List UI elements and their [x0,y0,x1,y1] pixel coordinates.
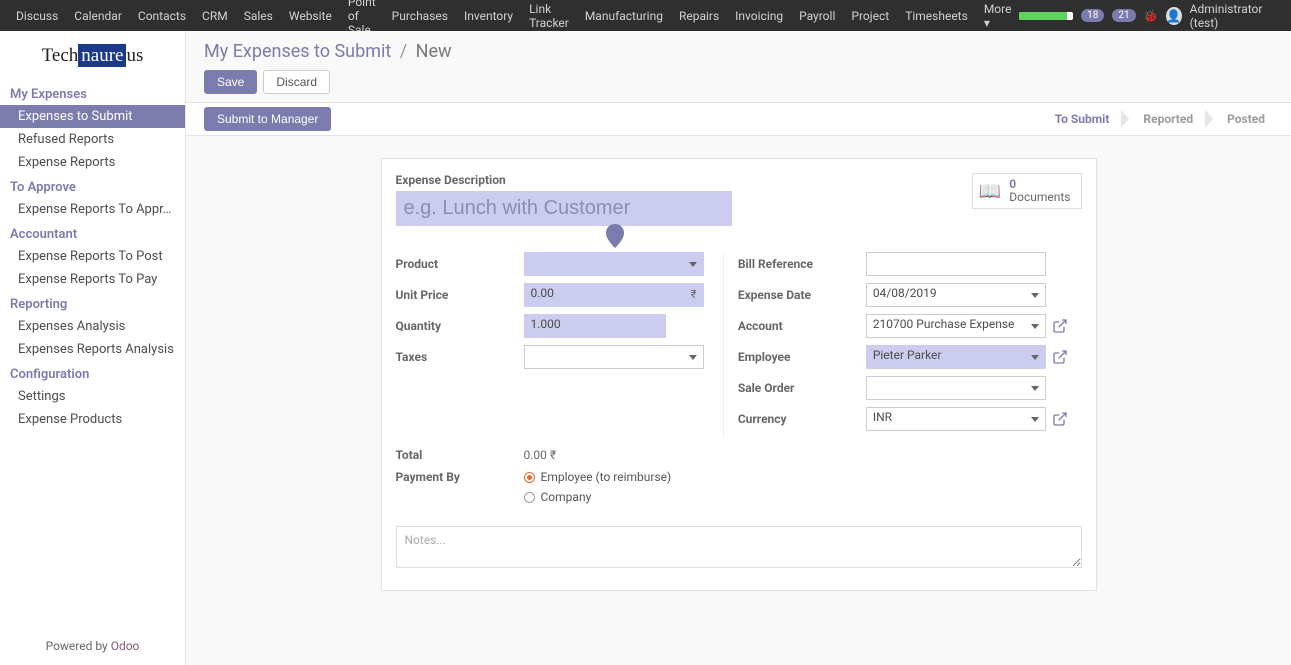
documents-button[interactable]: 📖 0 Documents [972,173,1082,209]
sidebar-item-reports-to-pay[interactable]: Expense Reports To Pay [10,268,175,291]
account-select[interactable]: 210700 Purchase Expense [866,314,1046,338]
payment-company-radio[interactable]: Company [524,490,672,504]
sidebar-head-accountant[interactable]: Accountant [10,221,175,245]
pointer-icon [606,224,624,248]
menu-inventory[interactable]: Inventory [456,0,521,31]
quantity-input[interactable]: 1.000 [524,314,666,338]
menu-invoicing[interactable]: Invoicing [727,0,791,31]
save-button[interactable]: Save [204,70,257,94]
sidebar-item-expenses-to-submit[interactable]: Expenses to Submit [0,105,185,128]
menu-purchases[interactable]: Purchases [384,0,456,31]
status-reported[interactable]: Reported [1123,107,1207,131]
product-label: Product [396,257,524,271]
menu-pos[interactable]: Point of Sale [340,0,384,31]
sidebar-item-reports-to-approve[interactable]: Expense Reports To Appr… [10,198,175,221]
payment-employee-radio[interactable]: Employee (to reimburse) [524,470,672,484]
menu-calendar[interactable]: Calendar [66,0,130,31]
menu-repairs[interactable]: Repairs [671,0,727,31]
employee-external-link-icon[interactable] [1052,349,1068,365]
taxes-label: Taxes [396,350,524,364]
menu-linktracker[interactable]: Link Tracker [521,0,577,31]
menu-sales[interactable]: Sales [236,0,281,31]
breadcrumb-root[interactable]: My Expenses to Submit [204,41,391,62]
chat-badge[interactable]: 21 [1112,9,1135,22]
account-label: Account [738,319,866,333]
logo: Technaureus [0,31,185,81]
submit-to-manager-button[interactable]: Submit to Manager [204,107,331,131]
logo-suffix: us [126,45,143,66]
employee-select[interactable]: Pieter Parker [866,345,1046,369]
breadcrumb: My Expenses to Submit / New [204,41,1273,62]
sidebar-item-expense-products[interactable]: Expense Products [10,408,175,431]
top-navbar: Discuss Calendar Contacts CRM Sales Webs… [0,0,1291,31]
currency-select[interactable]: INR [866,407,1046,431]
menu-contacts[interactable]: Contacts [130,0,194,31]
sidebar-item-reports-to-post[interactable]: Expense Reports To Post [10,245,175,268]
sidebar-head-configuration[interactable]: Configuration [10,361,175,385]
menu-manufacturing[interactable]: Manufacturing [577,0,671,31]
unit-price-input[interactable]: 0.00 [524,283,704,307]
sidebar-item-settings[interactable]: Settings [10,385,175,408]
employee-label: Employee [738,350,866,364]
breadcrumb-current: New [416,41,452,62]
currency-external-link-icon[interactable] [1052,411,1068,427]
account-external-link-icon[interactable] [1052,318,1068,334]
sidebar-head-reporting[interactable]: Reporting [10,291,175,315]
menu-more[interactable]: More ▾ [976,0,1020,31]
sidebar-head-toapprove[interactable]: To Approve [10,174,175,198]
status-posted[interactable]: Posted [1207,107,1279,131]
taxes-select[interactable] [524,345,704,369]
avatar[interactable]: 👤 [1166,7,1182,25]
currency-label: Currency [738,412,866,426]
expense-date-input[interactable]: 04/08/2019 [866,283,1046,307]
menu-payroll[interactable]: Payroll [791,0,843,31]
sale-order-label: Sale Order [738,381,866,395]
menu-website[interactable]: Website [281,0,340,31]
radio-off-icon [524,492,535,503]
discard-button[interactable]: Discard [263,70,330,94]
documents-label: Documents [1009,190,1070,204]
expense-date-label: Expense Date [738,288,866,302]
status-bar: To Submit Reported Posted [1035,107,1291,131]
sidebar-item-expense-reports[interactable]: Expense Reports [10,151,175,174]
debug-icon[interactable]: 🐞 [1144,9,1158,23]
progress-indicator [1019,12,1073,20]
sidebar-head-myexpenses[interactable]: My Expenses [10,81,175,105]
menu-crm[interactable]: CRM [194,0,236,31]
menu-project[interactable]: Project [843,0,897,31]
menu-discuss[interactable]: Discuss [8,0,66,31]
sidebar-item-expense-reports-analysis[interactable]: Expenses Reports Analysis [10,338,175,361]
radio-on-icon [524,472,535,483]
messages-badge[interactable]: 18 [1081,9,1104,22]
breadcrumb-sep: / [396,41,411,62]
powered-by-link[interactable]: Odoo [111,639,140,653]
documents-count: 0 [1009,178,1070,190]
payment-by-label: Payment By [396,470,524,504]
expense-description-input[interactable] [396,191,732,226]
user-label[interactable]: Administrator (test) [1190,2,1283,30]
menu-bar: Discuss Calendar Contacts CRM Sales Webs… [8,0,1019,31]
sidebar-footer: Powered by Odoo [0,629,185,665]
sidebar: Technaureus My Expenses Expenses to Subm… [0,31,186,665]
sidebar-item-refused-reports[interactable]: Refused Reports [10,128,175,151]
menu-timesheets[interactable]: Timesheets [897,0,976,31]
status-to-submit[interactable]: To Submit [1035,107,1124,131]
notes-textarea[interactable] [396,526,1082,568]
documents-icon: 📖 [979,181,1001,202]
bill-reference-label: Bill Reference [738,257,866,271]
logo-prefix: Tech [42,45,79,66]
logo-mid: naure [78,44,126,67]
sidebar-item-expenses-analysis[interactable]: Expenses Analysis [10,315,175,338]
total-label: Total [396,448,524,462]
product-select[interactable] [524,252,704,276]
quantity-label: Quantity [396,319,524,333]
form-sheet: 📖 0 Documents Expense Description Produc… [381,158,1097,591]
bill-reference-input[interactable] [866,252,1046,276]
total-value: 0.00 ₹ [524,448,557,462]
unit-price-label: Unit Price [396,288,524,302]
sale-order-select[interactable] [866,376,1046,400]
main: My Expenses to Submit / New Save Discard… [186,31,1291,665]
